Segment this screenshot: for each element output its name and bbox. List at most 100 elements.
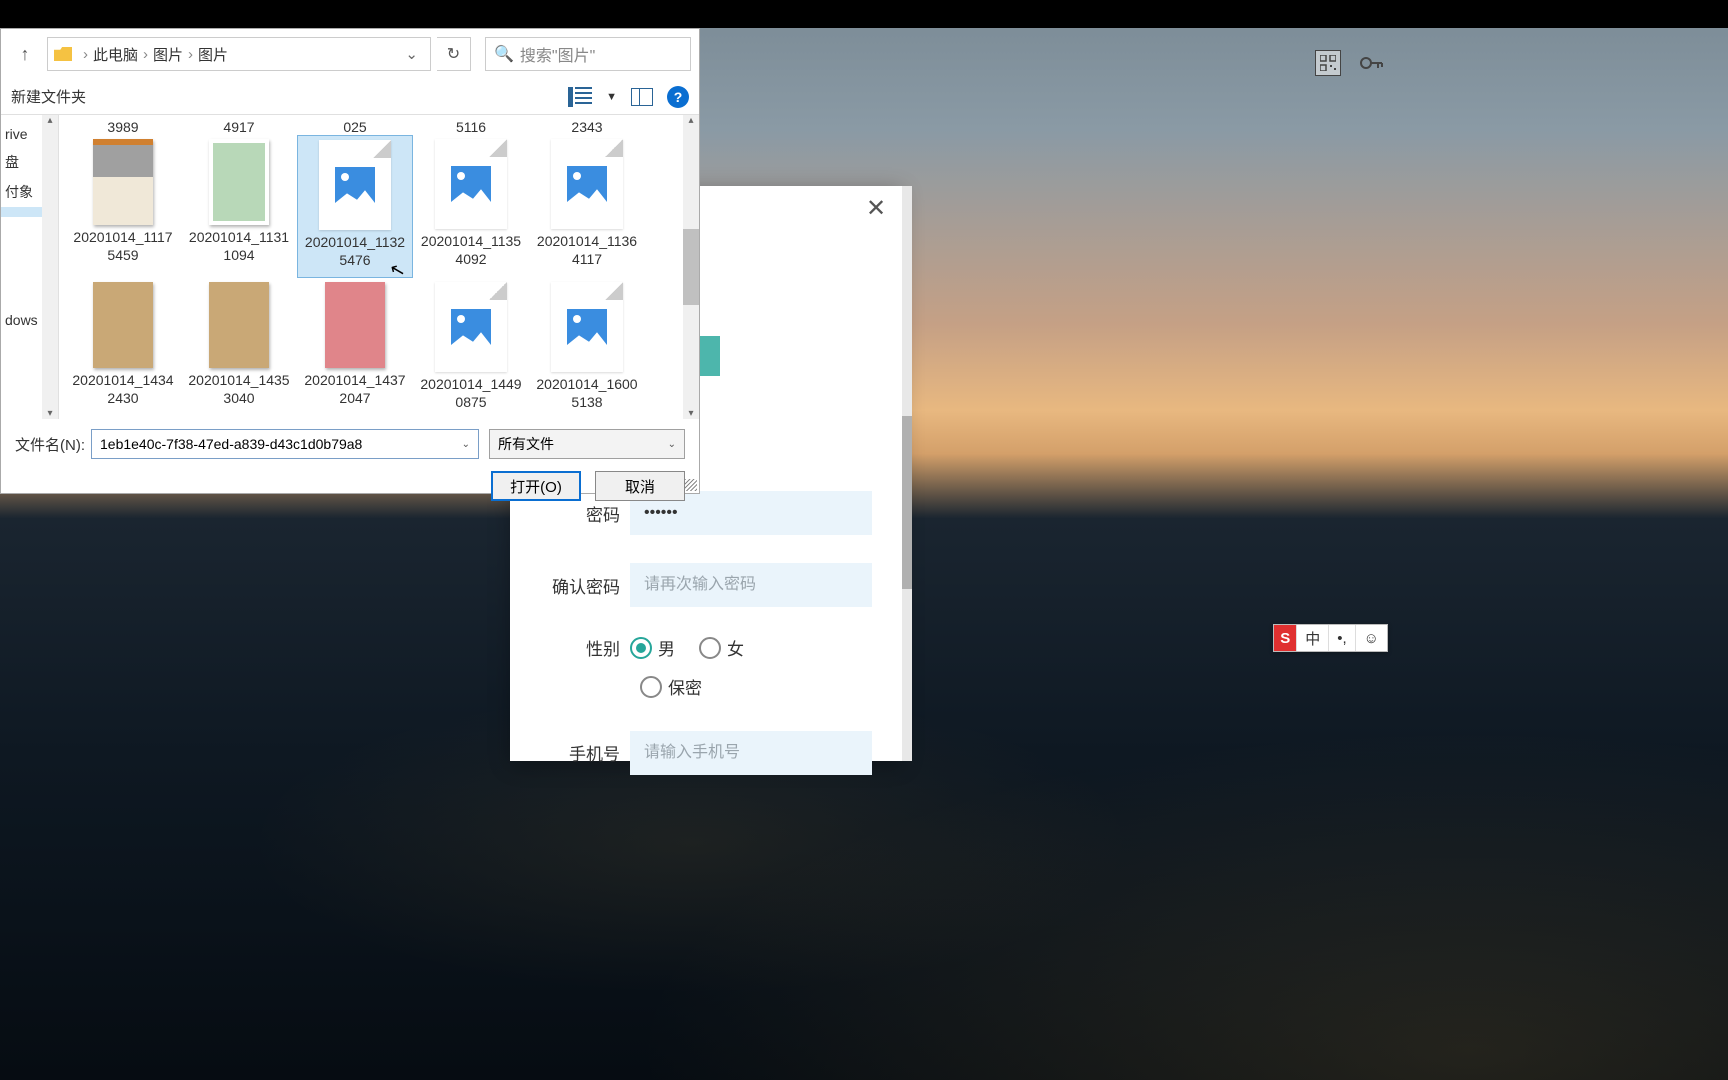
file-label[interactable]: 5116 [413,119,529,135]
nav-scrollbar[interactable]: ▴ ▾ [42,115,58,419]
radio-checked-icon [630,637,652,659]
file-thumb-icon [325,282,385,368]
scroll-thumb[interactable] [683,229,699,305]
file-item[interactable]: 20201014_11364117 [529,135,645,278]
file-item[interactable]: 20201014_11325476 [297,135,413,278]
ime-lang-toggle[interactable]: 中 [1296,625,1328,651]
scroll-down-icon[interactable]: ▾ [688,408,693,419]
filetype-value: 所有文件 [498,434,554,454]
confirm-password-input[interactable] [630,563,872,607]
ime-toolbar[interactable]: S 中 •, ☺ [1273,624,1388,652]
ime-logo-icon[interactable]: S [1274,625,1296,651]
modal-scroll-thumb[interactable] [902,416,912,589]
confirm-password-label: 确认密码 [540,573,630,598]
crumb-item[interactable]: 此电脑 [93,44,138,65]
help-icon[interactable]: ? [667,86,689,108]
filename-row: 文件名(N): 1eb1e40c-7f38-47ed-a839-d43c1d0b… [15,429,685,459]
button-row: 打开(O) 取消 [15,471,685,501]
file-label[interactable]: 025 [297,119,413,135]
address-bar-row: ↑ › 此电脑 › 图片 › 图片 ⌄ ↻ 🔍 搜索"图片" [1,29,699,79]
file-thumb-icon [435,139,507,229]
search-input[interactable]: 🔍 搜索"图片" [485,37,691,71]
chevron-right-icon: › [183,46,198,63]
file-item[interactable]: 20201014_11311094 [181,135,297,278]
chevron-down-icon[interactable]: ⌄ [668,439,676,450]
radio-icon [699,637,721,659]
ime-punct-toggle[interactable]: •, [1328,625,1354,651]
gender-row: 性别 男 女 [540,635,872,660]
file-label: 20201014_11311094 [183,229,295,264]
file-thumb-icon [93,139,153,225]
up-arrow-icon[interactable]: ↑ [9,38,41,70]
file-label: 20201014_14490875 [415,376,527,411]
new-folder-button[interactable]: 新建文件夹 [11,86,86,107]
close-icon[interactable]: ✕ [862,194,890,222]
files-scrollbar[interactable]: ▴ ▾ [683,115,699,419]
key-icon[interactable] [1359,50,1385,76]
file-thumb-icon [319,140,391,230]
nav-tree: rive 盘 付象 dows (C:) ▴ ▾ [1,115,59,419]
resize-grip-icon[interactable] [685,479,697,491]
dialog-bottom: 文件名(N): 1eb1e40c-7f38-47ed-a839-d43c1d0b… [1,419,699,511]
file-thumb-icon [93,282,153,368]
crumb-item[interactable]: 图片 [153,44,183,65]
confirm-password-row: 确认密码 [540,563,872,607]
file-item[interactable]: 20201014_14372047 [297,278,413,419]
file-label: 20201014_14372047 [299,372,411,407]
refresh-icon[interactable]: ↻ [437,37,471,71]
file-label[interactable]: 3989 [65,119,181,135]
crumb-item[interactable]: 图片 [198,44,228,65]
dialog-toolbar: 新建文件夹 ▼ ? [1,79,699,115]
phone-label: 手机号 [540,740,630,765]
avatar-frame-edge [698,336,720,376]
qr-icon[interactable] [1315,50,1341,76]
file-label: 20201014_14342430 [67,372,179,407]
file-label[interactable]: 2343 [529,119,645,135]
file-item[interactable]: 20201014_11354092 [413,135,529,278]
gender-male-option[interactable]: 男 [630,635,675,660]
file-item[interactable]: 20201014_16005138 [529,278,645,419]
letterbox-top [0,0,1728,28]
gender-row-2: 保密 [640,674,872,703]
radio-icon [640,676,662,698]
file-item[interactable]: 20201014_14342430 [65,278,181,419]
view-mode-button[interactable] [568,87,592,107]
file-thumb-icon [209,139,269,225]
phone-input[interactable] [630,731,872,775]
file-label: 20201014_11354092 [415,233,527,268]
file-label: 20201014_11364117 [531,233,643,268]
modal-scrollbar[interactable] [902,186,912,761]
file-label[interactable]: 4917 [181,119,297,135]
filename-label: 文件名(N): [15,434,85,455]
chevron-right-icon: › [138,46,153,63]
gender-radio-group: 男 女 [630,635,744,660]
ime-emoji-icon[interactable]: ☺ [1355,625,1387,651]
file-thumb-icon [551,139,623,229]
filename-input[interactable]: 1eb1e40c-7f38-47ed-a839-d43c1d0b79a8 ⌄ [91,429,479,459]
open-button[interactable]: 打开(O) [491,471,581,501]
view-dropdown-icon[interactable]: ▼ [606,91,617,103]
gender-secret-option[interactable]: 保密 [640,674,702,699]
scroll-down-icon[interactable]: ▾ [47,408,52,419]
file-label: 20201014_11175459 [67,229,179,264]
file-item[interactable]: 20201014_14490875 [413,278,529,419]
file-row: 20201014_1117545920201014_11311094202010… [65,135,693,278]
file-label: 20201014_16005138 [531,376,643,411]
file-item[interactable]: 20201014_14353040 [181,278,297,419]
scroll-up-icon[interactable]: ▴ [688,115,693,126]
gender-female-option[interactable]: 女 [699,635,744,660]
file-item[interactable]: 20201014_11175459 [65,135,181,278]
file-row: 20201014_1434243020201014_14353040202010… [65,278,693,419]
filename-value: 1eb1e40c-7f38-47ed-a839-d43c1d0b79a8 [100,436,362,452]
breadcrumb[interactable]: › 此电脑 › 图片 › 图片 ⌄ [47,37,431,71]
file-grid: 3989 4917 025 5116 2343 20201014_1117545… [59,115,699,419]
file-open-dialog: ↑ › 此电脑 › 图片 › 图片 ⌄ ↻ 🔍 搜索"图片" 新建文件夹 ▼ ? [0,28,700,494]
cancel-button[interactable]: 取消 [595,471,685,501]
scroll-up-icon[interactable]: ▴ [47,115,52,126]
preview-pane-button[interactable] [631,88,653,106]
phone-row: 手机号 [540,731,872,775]
chevron-down-icon[interactable]: ⌄ [399,45,424,63]
gender-label: 性别 [540,635,630,660]
filetype-select[interactable]: 所有文件 ⌄ [489,429,685,459]
chevron-down-icon[interactable]: ⌄ [462,439,470,450]
